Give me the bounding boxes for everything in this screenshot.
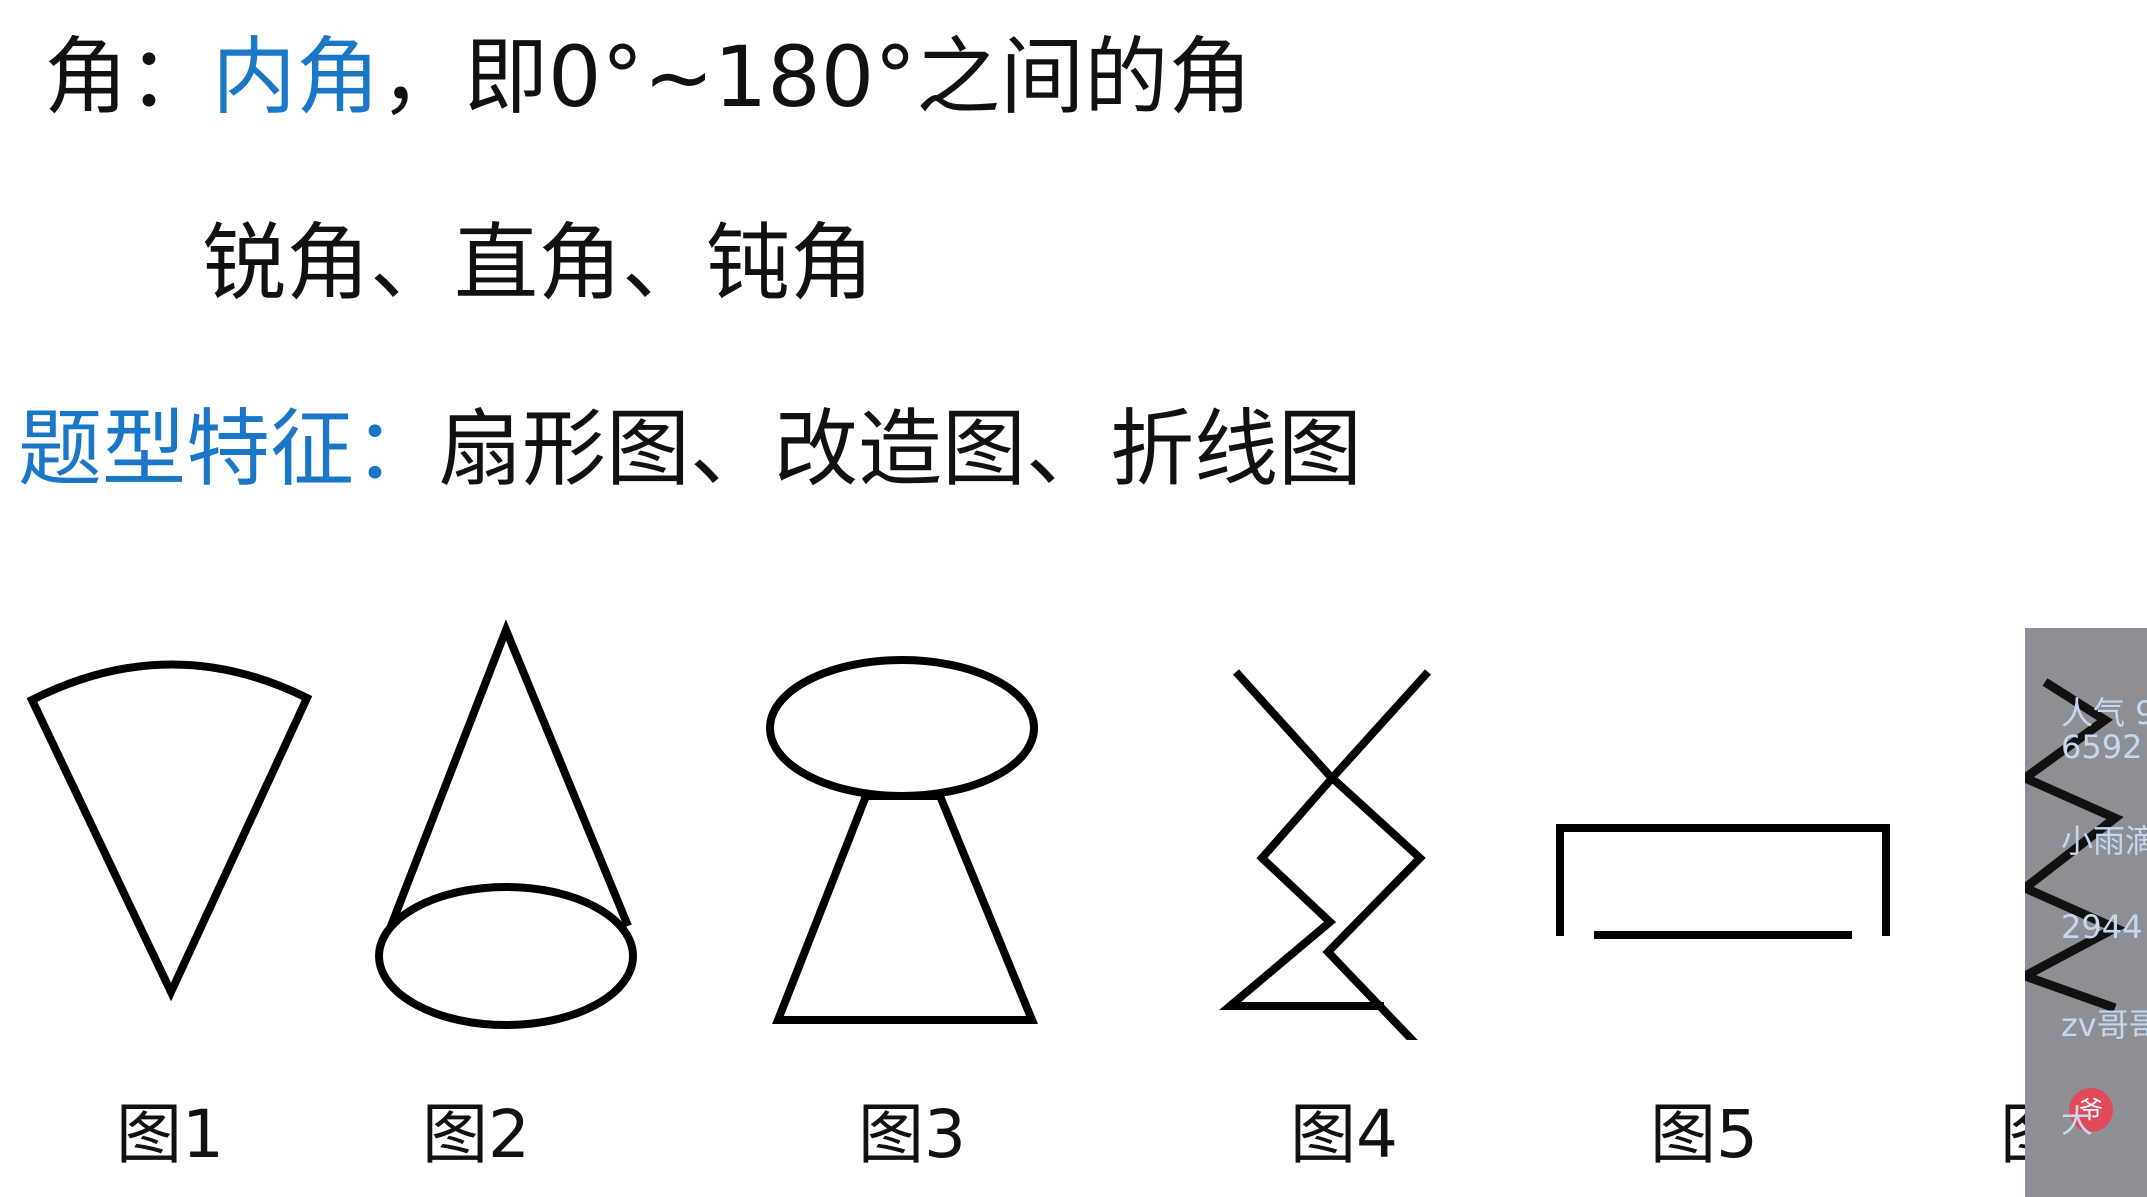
features-items: 扇形图、改造图、折线图 <box>438 400 1363 498</box>
figure-3-caption: 图3 <box>858 1096 966 1173</box>
chat-message: 6592 <box>2061 728 2143 766</box>
figure-4-caption: 图4 <box>1290 1096 1398 1173</box>
features-line: 题型特征：扇形图、改造图、折线图 <box>18 394 1362 504</box>
figure-drawings <box>26 619 1890 1040</box>
chat-message: 大 <box>2061 1102 2094 1140</box>
figure-2-caption: 图2 <box>422 1096 530 1173</box>
chat-message: 2944 <box>2061 908 2143 946</box>
live-chat-overlay[interactable]: 人气 98 6592 小雨滴 2944 zv哥哥 爷 大 <box>2025 628 2147 1197</box>
figure-5-bracket <box>1556 824 1890 939</box>
heading-rest: ，即0°~180°之间的角 <box>380 28 1253 126</box>
heading-line: 角：内角，即0°~180°之间的角 <box>44 22 1252 132</box>
figure-3-mushroom <box>766 656 1038 1024</box>
chat-message: zv哥哥 <box>2061 1006 2147 1044</box>
figure-5-caption: 图5 <box>1650 1096 1758 1173</box>
angle-types: 锐角、直角、钝角 <box>202 214 875 312</box>
figure-1-caption: 图1 <box>116 1096 224 1173</box>
chat-message: 小雨滴 <box>2061 822 2147 860</box>
features-label: 题型特征： <box>18 400 439 498</box>
figure-1-sector <box>26 660 313 1002</box>
heading-prefix: 角： <box>44 28 213 126</box>
heading-highlight: 内角 <box>212 28 381 126</box>
figure-2-cone <box>375 619 637 1029</box>
